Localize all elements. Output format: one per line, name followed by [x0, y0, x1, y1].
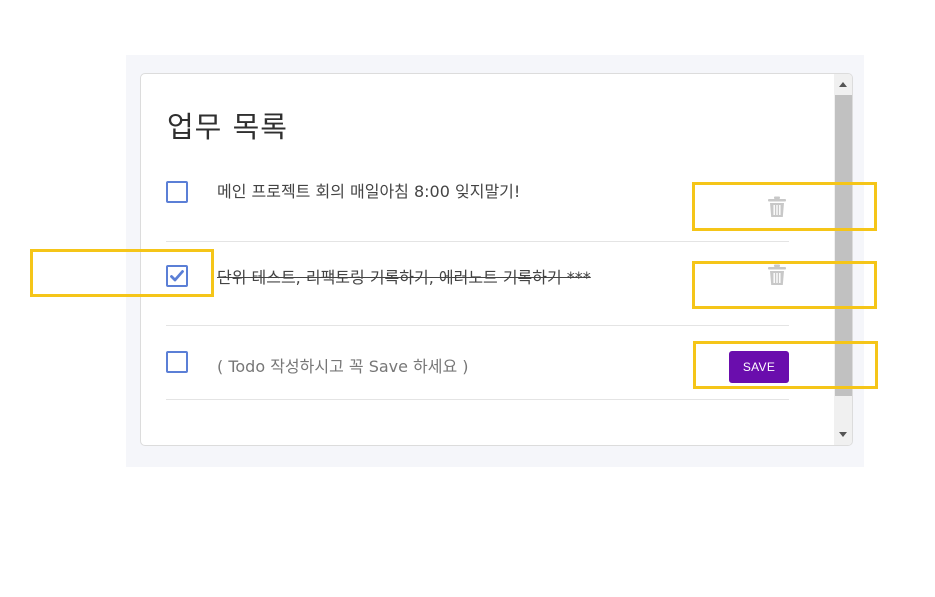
- scroll-up-icon[interactable]: [839, 82, 847, 87]
- highlight-box: [692, 182, 877, 231]
- page-title: 업무 목록: [167, 110, 288, 144]
- scroll-down-icon[interactable]: [839, 432, 847, 437]
- new-todo-checkbox[interactable]: [166, 351, 188, 373]
- todo-card: 업무 목록 메인 프로젝트 회의 매일아침 8:00 잊지말기! 단위 테스트,…: [140, 73, 853, 446]
- todo-text: 메인 프로젝트 회의 매일아침 8:00 잊지말기!: [217, 182, 521, 201]
- highlight-box: [30, 249, 214, 297]
- highlight-box: [693, 341, 878, 389]
- todo-text: 단위 테스트, 리팩토링 기록하기, 에러노트 기록하기 ***: [217, 268, 591, 287]
- todo-checkbox[interactable]: [166, 181, 188, 203]
- highlight-box: [692, 261, 877, 309]
- new-todo-input[interactable]: [217, 357, 697, 376]
- scrollbar[interactable]: [834, 74, 852, 445]
